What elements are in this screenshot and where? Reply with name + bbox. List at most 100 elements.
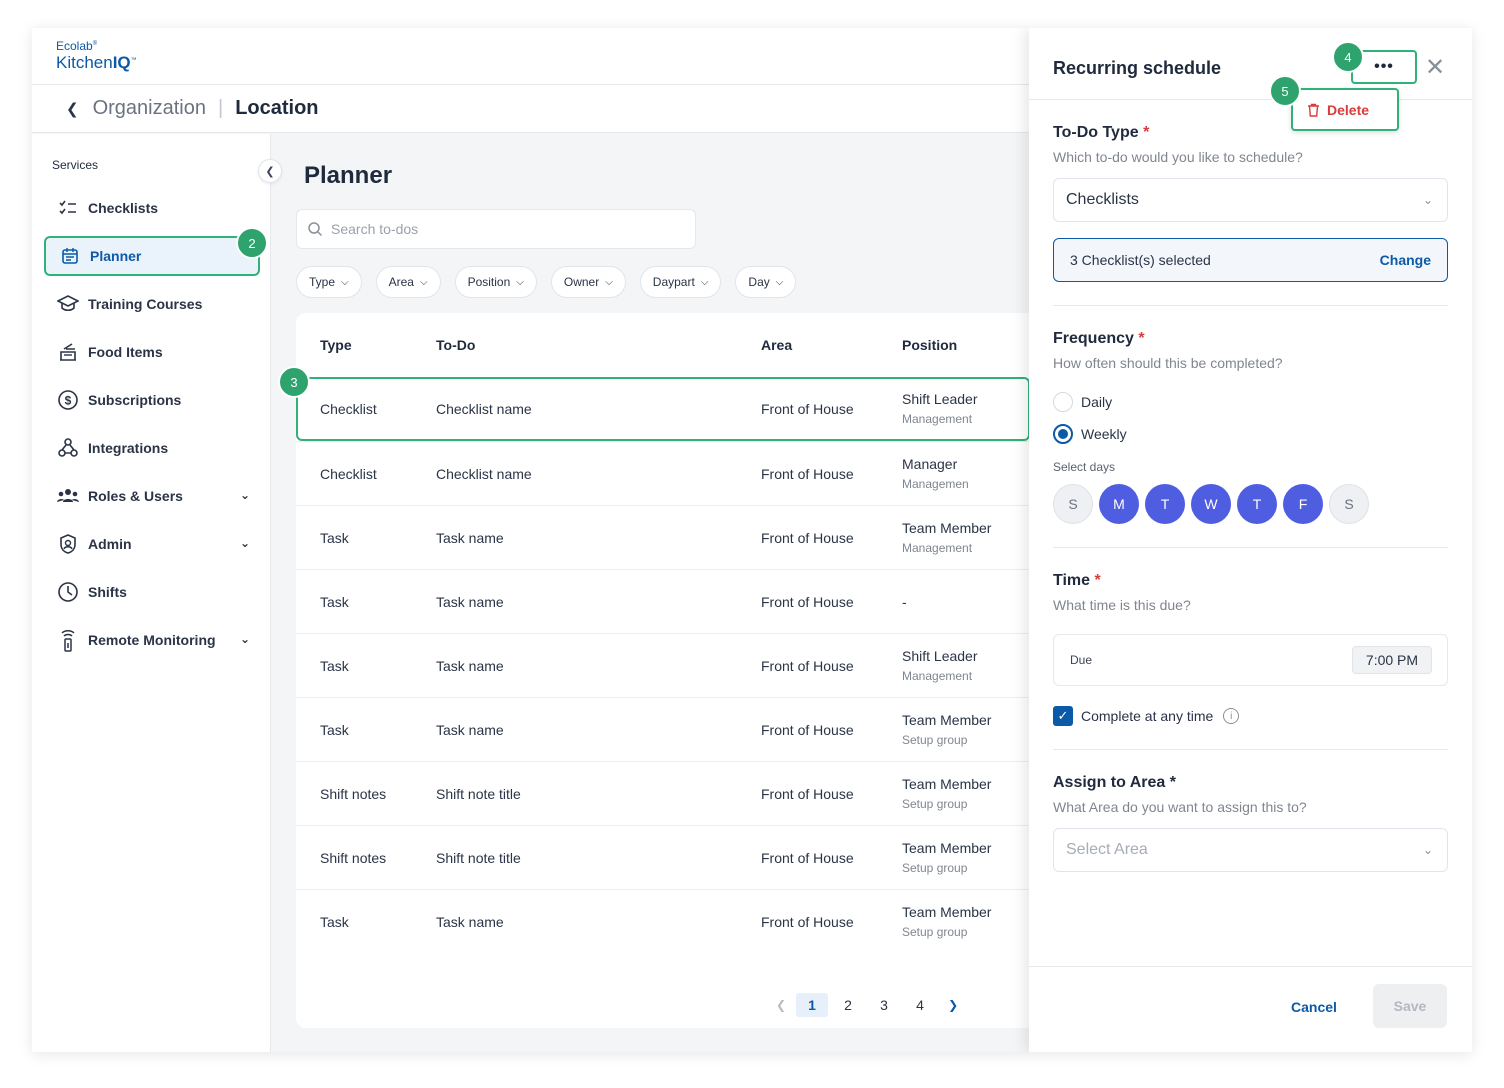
table-row[interactable]: Task Task name Front of House - bbox=[296, 569, 1076, 633]
delete-label: Delete bbox=[1327, 101, 1370, 118]
table-row[interactable]: Task Task name Front of House Shift Leader M… bbox=[296, 633, 1076, 697]
back-chevron-icon[interactable]: ❮ bbox=[66, 100, 79, 118]
sidebar-item-label: Food Items bbox=[88, 344, 163, 360]
todo-type-subtitle: Which to-do would you like to schedule? bbox=[1053, 149, 1303, 165]
table-row[interactable]: Task Task name Front of House Team Member Se… bbox=[296, 889, 1076, 953]
cell-type: Task bbox=[320, 658, 349, 674]
info-icon[interactable]: i bbox=[1223, 708, 1240, 724]
position-name: Team Member bbox=[902, 712, 992, 728]
position-group: Setup group bbox=[902, 797, 968, 811]
save-button[interactable]: Save bbox=[1373, 984, 1447, 1028]
complete-anytime-checkbox[interactable]: ✓ Complete at any time i bbox=[1053, 706, 1240, 726]
chevron-down-icon: ⌵ bbox=[700, 276, 709, 288]
column-header-type[interactable]: Type bbox=[320, 337, 352, 353]
due-time-input[interactable]: 7:00 PM bbox=[1352, 646, 1432, 674]
column-header-position[interactable]: Position bbox=[902, 337, 957, 353]
sidebar-item-integrations[interactable]: Integrations bbox=[44, 428, 260, 468]
breadcrumb-organization[interactable]: Organization bbox=[93, 97, 206, 120]
filter-day[interactable]: Day ⌵ bbox=[735, 266, 797, 298]
day-toggle-sunday[interactable]: S bbox=[1053, 484, 1093, 524]
frequency-daily-radio[interactable]: Daily bbox=[1053, 392, 1112, 412]
sidebar-item-admin[interactable]: Admin ⌄ bbox=[44, 524, 260, 564]
frequency-weekly-radio[interactable]: Weekly bbox=[1053, 424, 1127, 444]
position-name: Team Member bbox=[902, 840, 992, 856]
chevron-down-icon[interactable]: ⌄ bbox=[240, 632, 250, 646]
sidebar: Services Checklists Planner Training Cou… bbox=[32, 134, 271, 1052]
checklist-selection-text: 3 Checklist(s) selected bbox=[1070, 252, 1211, 268]
divider bbox=[1053, 547, 1448, 548]
cancel-button[interactable]: Cancel bbox=[1291, 999, 1337, 1015]
cell-position: Team Member Management bbox=[902, 520, 991, 555]
column-header-area[interactable]: Area bbox=[761, 337, 792, 353]
radio-checked-icon bbox=[1053, 424, 1073, 444]
drawer-header: Recurring schedule ••• ✕ bbox=[1029, 28, 1472, 100]
search-bar[interactable] bbox=[296, 209, 696, 249]
filter-position[interactable]: Position ⌵ bbox=[454, 266, 537, 298]
page-3-button[interactable]: 3 bbox=[868, 993, 900, 1017]
day-toggle-thursday[interactable]: T bbox=[1237, 484, 1277, 524]
thermometer-icon bbox=[56, 628, 80, 652]
page-2-button[interactable]: 2 bbox=[832, 993, 864, 1017]
sidebar-item-food-items[interactable]: Food Items bbox=[44, 332, 260, 372]
filter-type[interactable]: Type ⌵ bbox=[296, 266, 362, 298]
table-row[interactable]: Shift notes Shift note title Front of Hous… bbox=[296, 761, 1076, 825]
sidebar-item-label: Admin bbox=[88, 536, 132, 552]
column-header-todo[interactable]: To-Do bbox=[436, 337, 475, 353]
collapse-sidebar-button[interactable]: ❮ bbox=[258, 159, 282, 183]
day-toggle-tuesday[interactable]: T bbox=[1145, 484, 1185, 524]
filter-bar: Type ⌵ Area ⌵ Position ⌵ Owner ⌵ Daypart ⌵ Da… bbox=[296, 266, 797, 298]
time-title: Time * bbox=[1053, 572, 1101, 589]
select-days-label: Select days bbox=[1053, 460, 1116, 474]
recurring-schedule-drawer: Recurring schedule ••• ✕ Delete To-Do Ty… bbox=[1029, 28, 1472, 1052]
sidebar-item-subscriptions[interactable]: $ Subscriptions bbox=[44, 380, 260, 420]
sidebar-item-roles-users[interactable]: Roles & Users ⌄ bbox=[44, 476, 260, 516]
delete-menu-item[interactable]: Delete bbox=[1291, 88, 1399, 131]
cell-todo: Task name bbox=[436, 530, 504, 546]
cell-todo: Task name bbox=[436, 722, 504, 738]
chevron-down-icon[interactable]: ⌄ bbox=[240, 536, 250, 550]
chevron-down-icon[interactable]: ⌄ bbox=[240, 488, 250, 502]
annotation-badge-2: 2 bbox=[236, 227, 268, 259]
filter-area[interactable]: Area ⌵ bbox=[375, 266, 441, 298]
page-1-button[interactable]: 1 bbox=[796, 993, 829, 1017]
area-select[interactable]: Select Area ⌄ bbox=[1053, 828, 1448, 872]
table-row[interactable]: Task Task name Front of House Team Member Se… bbox=[296, 697, 1076, 761]
cell-position: Team Member Setup group bbox=[902, 904, 991, 939]
change-selection-link[interactable]: Change bbox=[1380, 252, 1431, 268]
sidebar-item-training-courses[interactable]: Training Courses bbox=[44, 284, 260, 324]
logo-brand-iq: IQ bbox=[112, 53, 131, 72]
day-toggle-saturday[interactable]: S bbox=[1329, 484, 1369, 524]
position-name: - bbox=[902, 594, 907, 610]
page-4-button[interactable]: 4 bbox=[904, 993, 936, 1017]
cell-position: Team Member Setup group bbox=[902, 776, 991, 811]
day-toggle-friday[interactable]: F bbox=[1283, 484, 1323, 524]
sidebar-item-remote-monitoring[interactable]: Remote Monitoring ⌄ bbox=[44, 620, 260, 660]
cell-todo: Task name bbox=[436, 914, 504, 930]
day-toggle-wednesday[interactable]: W bbox=[1191, 484, 1231, 524]
sidebar-item-shifts[interactable]: Shifts bbox=[44, 572, 260, 612]
food-tray-icon bbox=[56, 340, 80, 364]
cell-position: - bbox=[902, 594, 907, 610]
clock-icon bbox=[56, 580, 80, 604]
filter-daypart[interactable]: Daypart ⌵ bbox=[639, 266, 722, 298]
todo-type-select[interactable]: Checklists ⌄ bbox=[1053, 178, 1448, 222]
table-row[interactable]: Checklist Checklist name Front of House Man… bbox=[296, 441, 1076, 505]
next-page-icon[interactable]: ❯ bbox=[948, 998, 958, 1012]
table-row[interactable]: Shift notes Shift note title Front of Hous… bbox=[296, 825, 1076, 889]
cell-position: Team Member Setup group bbox=[902, 712, 991, 747]
trash-icon bbox=[1308, 103, 1319, 117]
close-icon[interactable]: ✕ bbox=[1425, 56, 1445, 80]
sidebar-item-planner[interactable]: Planner bbox=[44, 236, 260, 276]
previous-page-icon[interactable]: ❮ bbox=[776, 998, 786, 1012]
sidebar-item-checklists[interactable]: Checklists bbox=[44, 188, 260, 228]
table-row[interactable]: Checklist Checklist name Front of House Shi… bbox=[296, 377, 1030, 441]
filter-owner[interactable]: Owner ⌵ bbox=[550, 266, 626, 298]
webhook-icon bbox=[56, 436, 80, 460]
search-input[interactable] bbox=[331, 221, 671, 237]
divider bbox=[1053, 305, 1448, 306]
kitcheniq-logo[interactable]: Ecolab® KitchenIQ™ bbox=[56, 40, 137, 71]
cell-type: Shift notes bbox=[320, 786, 387, 802]
day-toggle-monday[interactable]: M bbox=[1099, 484, 1139, 524]
due-label: Due bbox=[1070, 653, 1093, 667]
table-row[interactable]: Task Task name Front of House Team Member Ma… bbox=[296, 505, 1076, 569]
